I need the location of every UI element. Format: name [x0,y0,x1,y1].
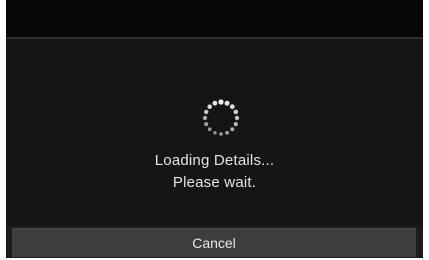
loading-message: Loading Details... [154,152,275,169]
cancel-button[interactable]: Cancel [12,228,416,257]
wait-message: Please wait. [172,174,257,191]
loading-dialog: Loading Details... Please wait. Cancel [6,0,423,258]
loading-spinner-icon [202,99,240,136]
top-bar [6,0,423,37]
